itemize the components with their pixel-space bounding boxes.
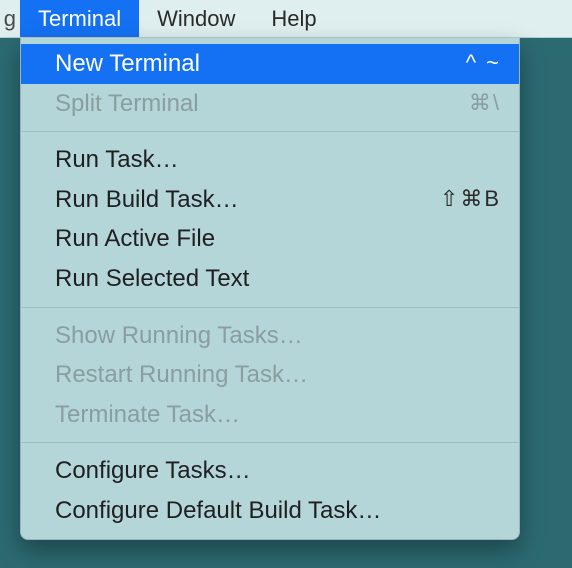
menu-item-label: Configure Default Build Task… bbox=[55, 494, 501, 528]
menu-item-run-active-file[interactable]: Run Active File bbox=[21, 219, 519, 259]
menu-item-label: Terminate Task… bbox=[55, 398, 501, 432]
menu-item-label: Run Active File bbox=[55, 222, 501, 256]
menu-item-split-terminal[interactable]: Split Terminal ⌘\ bbox=[21, 84, 519, 124]
menu-item-run-selected-text[interactable]: Run Selected Text bbox=[21, 259, 519, 299]
menu-item-label: Split Terminal bbox=[55, 87, 469, 121]
menu-item-configure-default-build-task[interactable]: Configure Default Build Task… bbox=[21, 491, 519, 531]
menu-item-new-terminal[interactable]: New Terminal ^ ~ bbox=[21, 44, 519, 84]
menu-item-terminate-task[interactable]: Terminate Task… bbox=[21, 395, 519, 435]
menu-item-shortcut: ^ ~ bbox=[466, 48, 501, 79]
menu-item-run-build-task[interactable]: Run Build Task… ⇧⌘B bbox=[21, 180, 519, 220]
menubar-item-terminal[interactable]: Terminal bbox=[20, 0, 139, 37]
menubar-item-label: Help bbox=[271, 6, 316, 32]
menu-item-label: Run Build Task… bbox=[55, 183, 440, 217]
menu-item-label: New Terminal bbox=[55, 47, 466, 81]
menu-item-label: Run Task… bbox=[55, 143, 501, 177]
menu-item-run-task[interactable]: Run Task… bbox=[21, 140, 519, 180]
menu-item-show-running-tasks[interactable]: Show Running Tasks… bbox=[21, 316, 519, 356]
menu-item-label: Run Selected Text bbox=[55, 262, 501, 296]
menu-item-shortcut: ⇧⌘B bbox=[440, 184, 501, 215]
menubar-item-window[interactable]: Window bbox=[139, 0, 253, 37]
menu-separator bbox=[21, 307, 519, 308]
menu-item-shortcut: ⌘\ bbox=[469, 88, 501, 119]
menubar-item-label: Window bbox=[157, 6, 235, 32]
menu-item-label: Show Running Tasks… bbox=[55, 319, 501, 353]
menu-separator bbox=[21, 442, 519, 443]
menubar-item-help[interactable]: Help bbox=[253, 0, 334, 37]
terminal-dropdown: New Terminal ^ ~ Split Terminal ⌘\ Run T… bbox=[20, 38, 520, 540]
menubar-fragment: g bbox=[0, 0, 20, 37]
menubar-item-label: Terminal bbox=[38, 6, 121, 32]
menu-item-label: Restart Running Task… bbox=[55, 358, 501, 392]
menu-separator bbox=[21, 131, 519, 132]
menu-item-restart-running-task[interactable]: Restart Running Task… bbox=[21, 355, 519, 395]
menubar: g Terminal Window Help bbox=[0, 0, 572, 38]
menu-item-label: Configure Tasks… bbox=[55, 454, 501, 488]
menu-item-configure-tasks[interactable]: Configure Tasks… bbox=[21, 451, 519, 491]
